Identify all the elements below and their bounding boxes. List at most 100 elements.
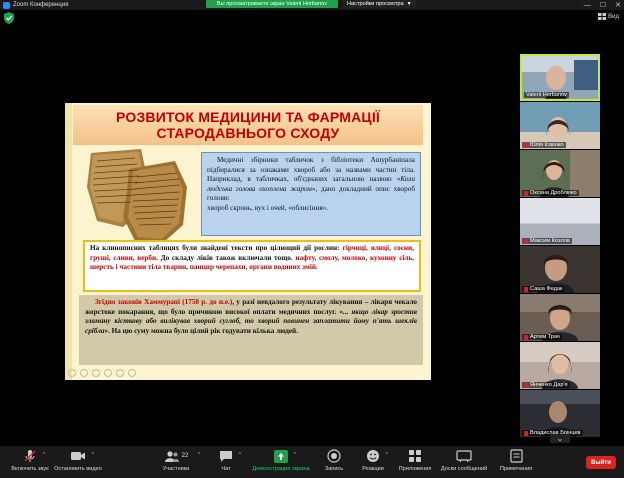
view-button[interactable]: Вид — [598, 13, 619, 20]
chevron-up-icon[interactable]: ^ — [294, 452, 296, 458]
participant-name: Максим Козлов — [530, 238, 570, 244]
notes-label: Примечания — [499, 466, 533, 472]
participant-name-tag: Максим Козлов — [522, 238, 572, 244]
chevron-up-icon[interactable]: ^ — [239, 452, 241, 458]
chevron-up-icon[interactable]: ^ — [92, 452, 94, 458]
participant-tile[interactable]: Valerii Horbanov — [520, 54, 600, 101]
participant-tile[interactable]: Янченко Дар'я — [520, 342, 600, 389]
slide-title-line1: РОЗВИТОК МЕДИЦИНИ ТА ФАРМАЦІЇ — [116, 109, 380, 125]
mic-muted-icon — [524, 190, 528, 196]
text-box-hammurabi: Згідно законів Хаммурапі (1750 р. до н.е… — [79, 295, 423, 365]
whiteboards-button[interactable]: Доски сообщений — [434, 449, 494, 472]
box3-text2: ». На цю суму можна було цілий рік годув… — [104, 326, 298, 335]
prev-slide-icon[interactable] — [68, 369, 76, 377]
box1-line2: хвороб скронь, вух і очей, «облисіння». — [207, 203, 329, 212]
smiley-icon — [367, 450, 379, 462]
shared-screen-slide: РОЗВИТОК МЕДИЦИНИ ТА ФАРМАЦІЇ СТАРОДАВНЬ… — [65, 103, 431, 380]
stop-video-button[interactable]: ^ Остановить видео — [48, 449, 108, 472]
participant-name-tag: Оксана Дроблюко — [522, 190, 579, 196]
maximize-icon[interactable]: ☐ — [600, 1, 606, 9]
pen-tool-icon[interactable] — [92, 369, 100, 377]
cuneiform-tablet-image — [87, 149, 187, 243]
participant-tile[interactable]: Максим Козлов — [520, 198, 600, 245]
participant-name-tag: Valerii Horbanov — [524, 92, 569, 98]
participant-name: Саша Федак — [530, 286, 563, 292]
apps-label: Приложения — [398, 466, 432, 472]
screen-share-banner: Вы просматриваете экран Valerii Horbanov — [206, 0, 338, 8]
box2-text1: На клинописних таблицях були знайдені те… — [90, 244, 343, 252]
box3-red1: Згідно законів Хаммурапі (1750 р. до н.е… — [95, 298, 233, 306]
chevron-down-icon: ▼ — [406, 1, 412, 7]
mic-muted-icon — [524, 142, 528, 148]
slides-grid-icon[interactable] — [104, 369, 112, 377]
more-options-icon[interactable] — [128, 369, 136, 377]
zoom-logo-icon — [3, 1, 10, 9]
whiteboards-label: Доски сообщений — [440, 466, 488, 472]
participant-name-tag: Артем Трач — [522, 334, 562, 340]
title-bar: Zoom Конференция Вы просматриваете экран… — [0, 0, 624, 10]
view-button-label: Вид — [608, 13, 619, 20]
zoom-slide-icon[interactable] — [116, 369, 124, 377]
grid-view-icon — [598, 13, 607, 20]
chat-button[interactable]: ^ Чат — [196, 449, 256, 472]
share-screen-icon — [274, 449, 288, 463]
participant-name: Valerii Horbanov — [526, 92, 567, 98]
close-icon[interactable]: ✕ — [615, 1, 621, 9]
video-label: Остановить видео — [54, 466, 102, 472]
text-box-plants: На клинописних таблицях були знайдені те… — [83, 240, 421, 292]
participant-name: Артем Трач — [530, 334, 560, 340]
box1-text: Медичні збірники табличок з бібліотеки А… — [207, 156, 415, 183]
participant-name-tag: Саша Федак — [522, 286, 565, 292]
participant-tile[interactable]: Артем Трач — [520, 294, 600, 341]
security-shield-icon[interactable] — [4, 12, 14, 24]
text-box-ashurbanipal: Медичні збірники табличок з бібліотеки А… — [201, 152, 421, 236]
slideshow-controls — [68, 369, 136, 379]
reactions-label: Реакции — [362, 466, 384, 472]
apps-icon — [409, 450, 421, 462]
whiteboard-icon — [456, 450, 472, 462]
participants-label: Участники — [162, 466, 190, 472]
app-title-text: Zoom Конференция — [13, 2, 69, 8]
mic-muted-icon — [524, 430, 528, 436]
view-options-label: Настройки просмотра — [347, 1, 404, 7]
notes-icon — [509, 449, 523, 463]
participant-name-tag: Янченко Дар'я — [522, 382, 570, 388]
minimize-icon[interactable]: — — [584, 2, 591, 9]
participant-name: Оксана Дроблюко — [530, 190, 577, 196]
mic-muted-icon — [24, 450, 36, 462]
participant-tile[interactable]: Владислав Брінцев — [520, 390, 600, 437]
participant-name: Янченко Дар'я — [530, 382, 568, 388]
participant-tile[interactable]: Оксана Дроблюко — [520, 150, 600, 197]
participant-name-tag: Юлія Ісаєнко — [522, 142, 566, 148]
box2-text2: До складу ліків також включали тощо. — [157, 253, 296, 262]
next-slide-icon[interactable] — [80, 369, 88, 377]
meeting-toolbar: ^ Включить звук ^ Остановить видео 22 ^ … — [0, 446, 624, 478]
participants-count: 22 — [181, 453, 189, 459]
meeting-top-bar: Вид — [0, 10, 624, 26]
mic-muted-icon — [524, 382, 528, 388]
chevron-down-icon: ⌄ — [556, 434, 564, 443]
record-label: Запись — [324, 466, 344, 472]
slide-title-line2: СТАРОДАВНЬОГО СХОДУ — [156, 125, 340, 141]
participants-icon — [164, 450, 179, 462]
unmute-label: Включить звук — [11, 466, 49, 472]
gallery-scroll-down-button[interactable]: ⌄ — [550, 434, 570, 443]
video-camera-icon — [71, 452, 85, 460]
chat-label: Чат — [221, 466, 231, 472]
mic-muted-icon — [524, 334, 528, 340]
record-icon — [327, 449, 341, 463]
mic-muted-icon — [524, 238, 528, 244]
slide-decor-band — [65, 103, 72, 380]
notes-button[interactable]: Примечания — [486, 449, 546, 472]
participant-tile[interactable]: Юлія Ісаєнко — [520, 102, 600, 149]
leave-meeting-button[interactable]: Выйти — [586, 456, 616, 469]
chevron-up-icon[interactable]: ^ — [43, 452, 45, 458]
chat-bubble-icon — [220, 450, 232, 462]
window-controls: — ☐ ✕ — [584, 0, 621, 10]
participant-name: Юлія Ісаєнко — [530, 142, 564, 148]
share-screen-label: Демонстрация экрана — [252, 466, 310, 472]
view-options-dropdown[interactable]: Настройки просмотра ▼ — [343, 0, 416, 8]
share-screen-button[interactable]: ^ Демонстрация экрана — [251, 449, 311, 472]
participant-tile[interactable]: Саша Федак — [520, 246, 600, 293]
participant-gallery: Valerii Horbanov Юлія Ісаєнко Оксана Дро… — [516, 52, 606, 443]
